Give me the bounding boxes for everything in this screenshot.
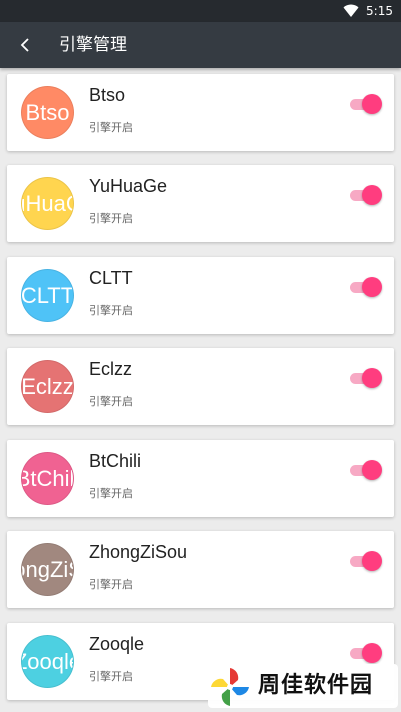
engine-toggle[interactable] bbox=[350, 183, 382, 207]
engine-toggle[interactable] bbox=[350, 641, 382, 665]
toggle-thumb bbox=[362, 460, 382, 480]
engine-status: 引擎开启 bbox=[89, 670, 133, 683]
engine-name: Eclzz bbox=[89, 359, 133, 379]
engine-avatar: BtChili bbox=[21, 452, 74, 505]
pinwheel-logo-icon bbox=[211, 668, 249, 706]
avatar-text: Btso bbox=[25, 99, 70, 125]
engine-card-eclzz[interactable]: Eclzz Eclzz 引擎开启 bbox=[7, 348, 394, 425]
toggle-thumb bbox=[362, 368, 382, 388]
page-title: 引擎管理 bbox=[59, 35, 127, 55]
engine-avatar: YuHuaGe bbox=[21, 177, 74, 230]
toggle-thumb bbox=[362, 185, 382, 205]
engine-status: 引擎开启 bbox=[89, 578, 133, 591]
avatar-text: YuHuaGe bbox=[22, 190, 73, 216]
engine-name: BtChili bbox=[89, 451, 142, 471]
engine-status: 引擎开启 bbox=[89, 304, 133, 317]
toggle-thumb bbox=[362, 551, 382, 571]
engine-avatar: CLTT bbox=[21, 269, 74, 322]
avatar-text: Zooqle bbox=[22, 648, 73, 674]
engine-status: 引擎开启 bbox=[89, 487, 133, 500]
toggle-thumb bbox=[362, 94, 382, 114]
status-bar: 5:15 bbox=[0, 0, 401, 22]
engine-toggle[interactable] bbox=[350, 366, 382, 390]
site-watermark: 周佳软件园 bbox=[208, 664, 398, 708]
engine-name: Zooqle bbox=[89, 634, 145, 654]
toggle-thumb bbox=[362, 643, 382, 663]
watermark-text: 周佳软件园 bbox=[258, 673, 374, 698]
engine-name: YuHuaGe bbox=[89, 176, 168, 196]
engine-name: Btso bbox=[89, 85, 126, 105]
avatar-text: ZhongZiSou bbox=[22, 556, 73, 582]
engine-avatar: Eclzz bbox=[21, 360, 74, 413]
engine-card-zhongzisou[interactable]: ZhongZiSou ZhongZiSou 引擎开启 bbox=[7, 531, 394, 608]
avatar-text: CLTT bbox=[21, 282, 74, 308]
engine-card-btso[interactable]: Btso Btso 引擎开启 bbox=[7, 74, 394, 151]
status-time: 5:15 bbox=[366, 4, 393, 18]
engine-card-cltt[interactable]: CLTT CLTT 引擎开启 bbox=[7, 257, 394, 334]
engine-status: 引擎开启 bbox=[89, 395, 133, 408]
app-bar: 引擎管理 bbox=[0, 22, 401, 68]
engine-avatar: ZhongZiSou bbox=[21, 543, 74, 596]
engine-avatar: Btso bbox=[21, 86, 74, 139]
avatar-text: Eclzz bbox=[21, 373, 74, 399]
engine-toggle[interactable] bbox=[350, 275, 382, 299]
avatar-text: BtChili bbox=[22, 465, 74, 491]
chevron-left-icon bbox=[20, 38, 29, 52]
engine-status: 引擎开启 bbox=[89, 212, 133, 225]
engine-toggle[interactable] bbox=[350, 92, 382, 116]
engine-name: ZhongZiSou bbox=[89, 542, 188, 562]
back-button[interactable] bbox=[10, 30, 40, 60]
wifi-icon bbox=[343, 4, 359, 18]
engine-card-btchili[interactable]: BtChili BtChili 引擎开启 bbox=[7, 440, 394, 517]
engine-avatar: Zooqle bbox=[21, 635, 74, 688]
toggle-thumb bbox=[362, 277, 382, 297]
engine-status: 引擎开启 bbox=[89, 121, 133, 134]
engine-toggle[interactable] bbox=[350, 549, 382, 573]
engine-name: CLTT bbox=[89, 268, 133, 288]
engine-toggle[interactable] bbox=[350, 458, 382, 482]
engine-card-yuhuage[interactable]: YuHuaGe YuHuaGe 引擎开启 bbox=[7, 165, 394, 242]
